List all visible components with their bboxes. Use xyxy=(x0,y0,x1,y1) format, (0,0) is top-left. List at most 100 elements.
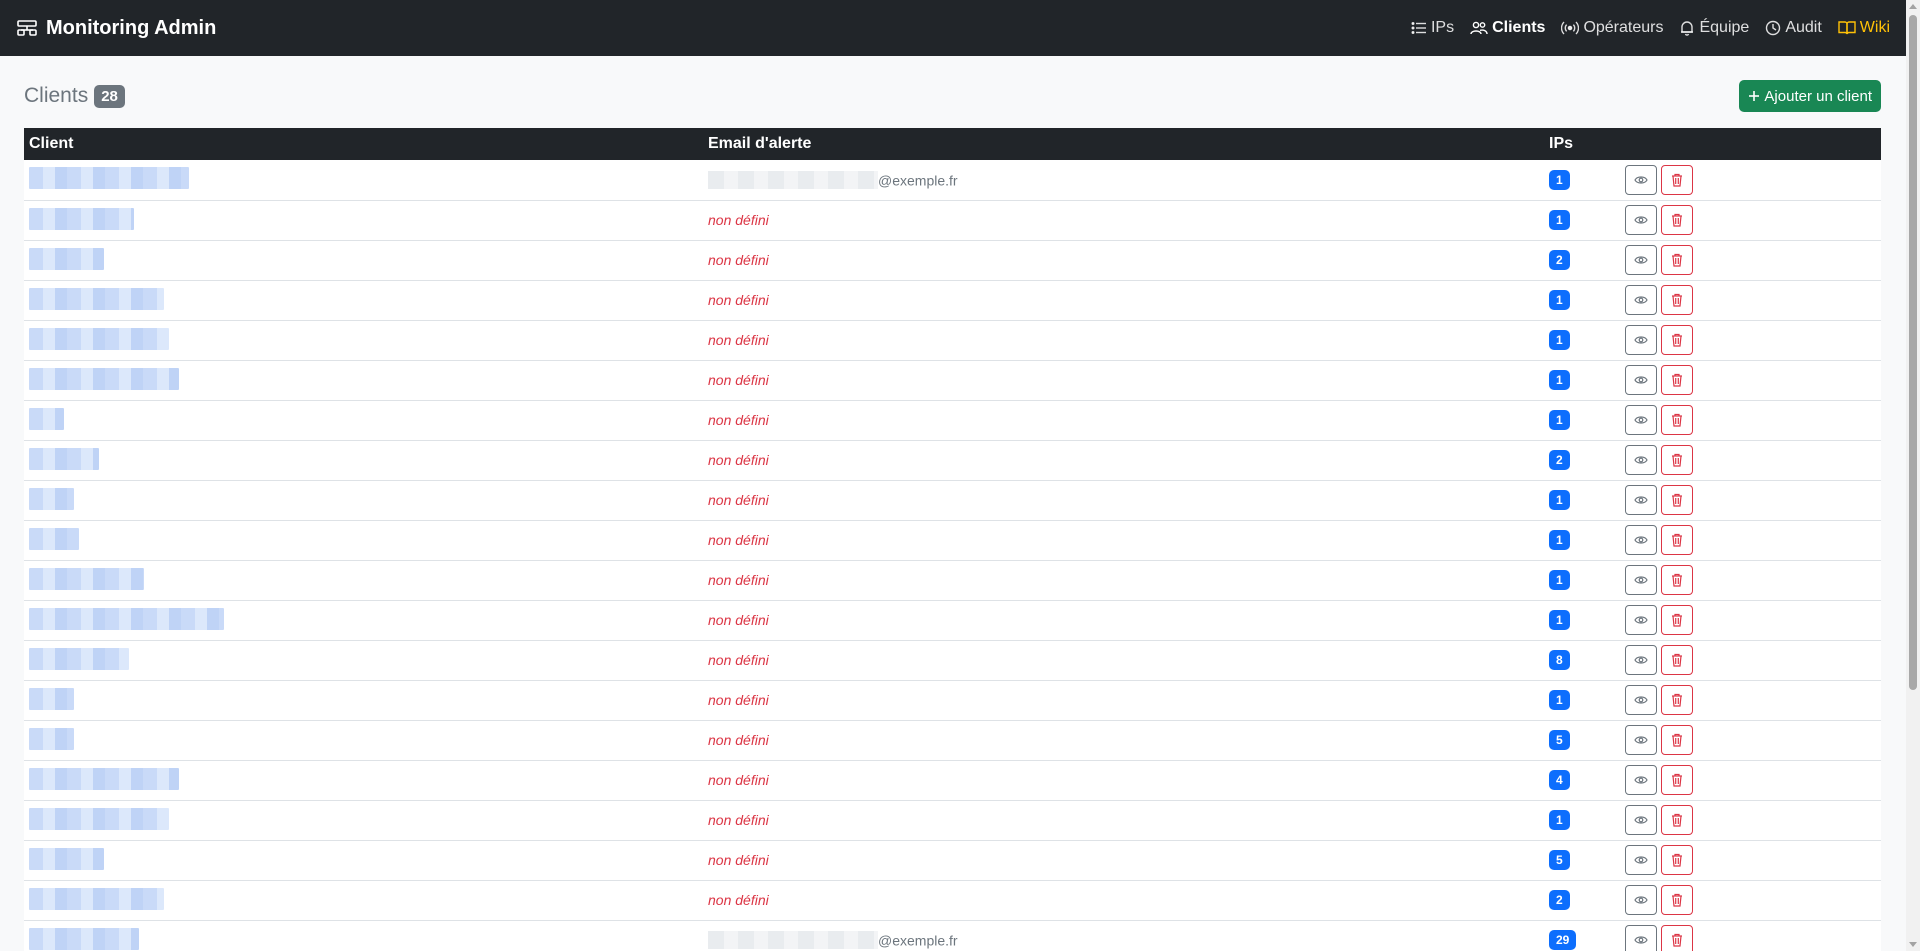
email-cell: @exemple.fr xyxy=(703,920,1544,951)
ip-count-badge: 1 xyxy=(1549,490,1570,510)
delete-client-button[interactable] xyxy=(1661,605,1693,635)
page-title: Clients xyxy=(24,84,89,107)
delete-client-button[interactable] xyxy=(1661,485,1693,515)
view-client-button[interactable] xyxy=(1625,725,1657,755)
view-client-button[interactable] xyxy=(1625,685,1657,715)
plus-icon xyxy=(1749,91,1760,101)
delete-client-button[interactable] xyxy=(1661,525,1693,555)
alert-email-undefined: non défini xyxy=(708,332,769,348)
email-cell: non défini xyxy=(703,280,1544,320)
nav-item-equipe[interactable]: Équipe xyxy=(1679,19,1749,37)
client-count-badge: 28 xyxy=(94,84,125,108)
ip-count-badge: 1 xyxy=(1549,210,1570,230)
view-client-button[interactable] xyxy=(1625,365,1657,395)
view-client-button[interactable] xyxy=(1625,525,1657,555)
clock-icon xyxy=(1766,20,1781,36)
actions-cell xyxy=(1620,400,1881,440)
view-client-button[interactable] xyxy=(1625,885,1657,915)
eye-icon xyxy=(1634,856,1648,864)
view-client-button[interactable] xyxy=(1625,245,1657,275)
delete-client-button[interactable] xyxy=(1661,925,1693,951)
page-scrollbar[interactable] xyxy=(1906,0,1920,951)
delete-client-button[interactable] xyxy=(1661,445,1693,475)
view-client-button[interactable] xyxy=(1625,325,1657,355)
table-row: non défini 1 xyxy=(24,480,1881,520)
scrollbar-thumb[interactable] xyxy=(1909,15,1917,690)
delete-client-button[interactable] xyxy=(1661,325,1693,355)
scroll-up-arrow-icon[interactable] xyxy=(1909,4,1917,9)
view-client-button[interactable] xyxy=(1625,205,1657,235)
client-cell xyxy=(24,720,703,760)
monitoring-icon xyxy=(17,20,37,36)
trash-icon xyxy=(1672,573,1682,587)
delete-client-button[interactable] xyxy=(1661,645,1693,675)
eye-icon xyxy=(1634,896,1648,904)
nav-item-ips[interactable]: IPs xyxy=(1411,19,1454,37)
delete-client-button[interactable] xyxy=(1661,205,1693,235)
actions-cell xyxy=(1620,800,1881,840)
view-client-button[interactable] xyxy=(1625,405,1657,435)
delete-client-button[interactable] xyxy=(1661,285,1693,315)
nav-item-clients[interactable]: Clients xyxy=(1470,19,1545,37)
view-client-button[interactable] xyxy=(1625,605,1657,635)
table-row: non défini 4 xyxy=(24,760,1881,800)
ip-count-badge: 5 xyxy=(1549,730,1570,750)
view-client-button[interactable] xyxy=(1625,285,1657,315)
view-client-button[interactable] xyxy=(1625,805,1657,835)
delete-client-button[interactable] xyxy=(1661,405,1693,435)
ips-cell: 4 xyxy=(1544,760,1620,800)
main-nav: IPs Clients Opérateurs Équipe Audit Wiki xyxy=(1395,19,1890,37)
delete-client-button[interactable] xyxy=(1661,565,1693,595)
email-cell: non défini xyxy=(703,480,1544,520)
trash-icon xyxy=(1672,333,1682,347)
ip-count-badge: 1 xyxy=(1549,370,1570,390)
table-row: non défini 1 xyxy=(24,680,1881,720)
nav-item-audit[interactable]: Audit xyxy=(1765,19,1822,37)
brand-title: Monitoring Admin xyxy=(46,16,217,39)
view-client-button[interactable] xyxy=(1625,565,1657,595)
ips-cell: 5 xyxy=(1544,720,1620,760)
trash-icon xyxy=(1672,613,1682,627)
add-client-label: Ajouter un client xyxy=(1764,87,1872,105)
delete-client-button[interactable] xyxy=(1661,765,1693,795)
scroll-down-arrow-icon[interactable] xyxy=(1909,942,1917,947)
view-client-button[interactable] xyxy=(1625,445,1657,475)
eye-icon xyxy=(1634,936,1648,944)
alert-email-undefined: non défini xyxy=(708,452,769,468)
brand-link[interactable]: Monitoring Admin xyxy=(16,17,216,40)
alert-email-undefined: non défini xyxy=(708,572,769,588)
ips-cell: 1 xyxy=(1544,600,1620,640)
view-client-button[interactable] xyxy=(1625,164,1657,195)
email-cell: non défini xyxy=(703,800,1544,840)
table-header-row: Client Email d'alerte IPs xyxy=(24,128,1881,160)
clients-table-container: Client Email d'alerte IPs @exemple.fr 1 no… xyxy=(24,128,1881,951)
ip-count-badge: 1 xyxy=(1549,810,1570,830)
view-client-button[interactable] xyxy=(1625,845,1657,875)
delete-client-button[interactable] xyxy=(1661,685,1693,715)
view-client-button[interactable] xyxy=(1625,485,1657,515)
delete-client-button[interactable] xyxy=(1661,725,1693,755)
delete-client-button[interactable] xyxy=(1661,365,1693,395)
view-client-button[interactable] xyxy=(1625,765,1657,795)
nav-item-label: Équipe xyxy=(1699,19,1750,36)
delete-client-button[interactable] xyxy=(1661,805,1693,835)
eye-icon xyxy=(1634,456,1648,464)
nav-item-operateurs[interactable]: Opérateurs xyxy=(1561,19,1663,37)
add-client-button[interactable]: Ajouter un client xyxy=(1739,80,1881,112)
table-row: non défini 1 xyxy=(24,560,1881,600)
delete-client-button[interactable] xyxy=(1661,885,1693,915)
view-client-button[interactable] xyxy=(1625,925,1657,951)
redacted-client-name xyxy=(29,247,104,270)
actions-cell xyxy=(1620,680,1881,720)
email-cell: non défini xyxy=(703,240,1544,280)
nav-item-wiki[interactable]: Wiki xyxy=(1838,19,1890,37)
redacted-client-name xyxy=(29,487,74,510)
people-icon xyxy=(1470,21,1488,35)
table-row: non défini 2 xyxy=(24,240,1881,280)
email-cell: non défini xyxy=(703,600,1544,640)
delete-client-button[interactable] xyxy=(1661,164,1693,195)
view-client-button[interactable] xyxy=(1625,645,1657,675)
table-body: @exemple.fr 1 non défini 1 non défini 2 non dé… xyxy=(24,160,1881,951)
delete-client-button[interactable] xyxy=(1661,845,1693,875)
delete-client-button[interactable] xyxy=(1661,245,1693,275)
